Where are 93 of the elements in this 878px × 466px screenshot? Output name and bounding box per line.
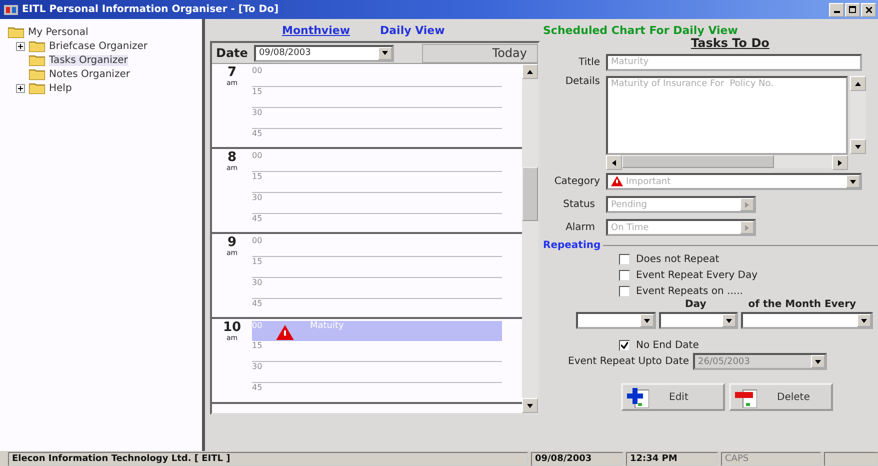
warning-icon [276, 325, 294, 340]
minute-label: 15 [252, 87, 264, 96]
warning-icon [611, 176, 623, 187]
edit-button[interactable]: Edit [621, 383, 725, 411]
dropdown-field[interactable] [576, 312, 656, 329]
scroll-thumb[interactable] [522, 167, 538, 221]
minute-label: 45 [252, 383, 264, 392]
form-heading: Tasks To Do [691, 37, 770, 49]
field-label: Category [553, 176, 601, 187]
scroll-down-button[interactable] [522, 398, 538, 413]
minute-label: 15 [252, 257, 264, 266]
minute-label: 00 [252, 321, 264, 330]
app-icon [4, 4, 18, 14]
close-icon [866, 6, 872, 12]
chart-heading: Scheduled Chart For Daily View [543, 24, 739, 37]
dropdown-button[interactable] [857, 314, 871, 327]
minimize-button[interactable] [829, 2, 844, 16]
plus-document-icon [627, 386, 649, 408]
date-field[interactable]: 09/08/2003 [254, 44, 394, 62]
scroll-thumb[interactable] [622, 155, 774, 168]
date-field: 26/05/2003 [693, 353, 827, 370]
checkbox-label: Event Repeat Every Day [636, 270, 758, 280]
nav-link[interactable]: Monthview [282, 24, 350, 36]
event-title: Matuity [309, 321, 344, 331]
field-label: Status [562, 199, 596, 210]
folder-icon [8, 26, 24, 38]
today-button[interactable]: Today [422, 44, 538, 62]
minute-label: 30 [252, 278, 264, 287]
scrollbar[interactable] [850, 76, 866, 154]
date-label: Date [215, 46, 249, 60]
minute-label: 45 [252, 129, 264, 138]
scroll-down-button[interactable] [850, 139, 866, 154]
checkbox[interactable] [619, 286, 630, 296]
hour-label: 7 [227, 66, 237, 79]
checkbox-label: Does not Repeat [636, 254, 720, 264]
column-header: of the Month Every [748, 299, 856, 312]
column-header: Day [685, 299, 706, 312]
section-label: Repeating [543, 240, 601, 251]
minute-label: 00 [252, 66, 264, 75]
minute-label: 15 [252, 172, 264, 181]
checkbox[interactable] [619, 254, 630, 264]
scrollbar[interactable] [606, 155, 848, 168]
tree-item[interactable]: Notes Organizer [49, 68, 130, 80]
dropdown-button[interactable] [378, 46, 392, 60]
minute-label: 45 [252, 299, 264, 308]
scroll-up-button[interactable] [850, 76, 866, 91]
dropdown-button[interactable] [640, 314, 654, 327]
checkbox-label: Event Repeats on ..... [636, 286, 743, 296]
hour-label: 10 [222, 321, 242, 334]
dropdown-field[interactable] [741, 312, 873, 329]
minute-label: 45 [252, 214, 264, 223]
folder-icon [29, 54, 45, 66]
scrollbar[interactable] [522, 64, 538, 413]
dropdown-field[interactable] [659, 312, 738, 329]
status-panel: CAPS [721, 452, 821, 466]
expand-icon[interactable] [16, 84, 25, 92]
tree-item[interactable]: Briefcase Organizer [49, 40, 148, 52]
expand-icon[interactable] [16, 42, 25, 50]
status-panel: Elecon Information Technology Ltd. [ EITL ] [8, 452, 528, 466]
checkmark-icon [621, 342, 628, 348]
minute-label: 15 [252, 341, 264, 350]
field-label: Alarm [564, 222, 596, 233]
delete-button[interactable]: Delete [729, 383, 833, 411]
hour-label: 9 [227, 236, 237, 249]
scroll-up-button[interactable] [522, 64, 538, 79]
minute-label: 30 [252, 108, 264, 117]
checkbox[interactable] [619, 340, 630, 350]
minute-label: 30 [252, 362, 264, 371]
checkbox[interactable] [619, 270, 630, 280]
folder-icon [29, 82, 45, 94]
close-button[interactable] [861, 2, 876, 16]
status-panel: 09/08/2003 [531, 452, 623, 466]
field-label: Event Repeat Upto Date [568, 356, 689, 367]
scroll-right-button[interactable] [832, 155, 848, 170]
checkbox-label: No End Date [636, 340, 699, 350]
folder-icon [29, 40, 45, 52]
minute-label: 00 [252, 151, 264, 160]
tree-item[interactable]: Help [49, 82, 72, 94]
minute-label: 00 [252, 236, 264, 245]
tree-item[interactable]: My Personal [28, 26, 88, 38]
folder-icon [29, 68, 45, 80]
nav-link[interactable]: Daily View [380, 24, 445, 36]
dropdown-button[interactable] [722, 314, 736, 327]
dropdown-button[interactable] [846, 175, 860, 188]
restore-button[interactable] [845, 2, 860, 16]
scroll-left-button[interactable] [606, 155, 622, 170]
status-panel: 12:34 PM [626, 452, 718, 466]
field-label: Details [564, 76, 601, 87]
minute-label: 30 [252, 193, 264, 202]
tree-item[interactable]: Tasks Organizer [49, 54, 128, 66]
hour-label: 8 [227, 151, 237, 164]
field-label: Title [578, 57, 601, 68]
window-title: EITL Personal Information Organiser - [To Do] [22, 4, 279, 15]
